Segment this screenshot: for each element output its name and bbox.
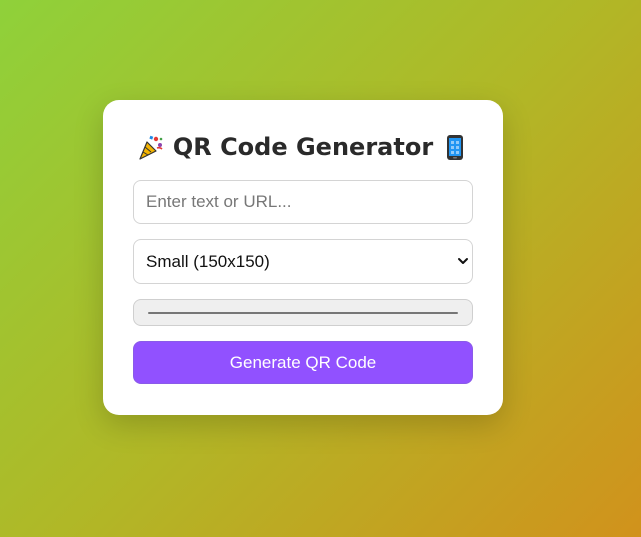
size-select[interactable]: Small (150x150) <box>133 239 473 284</box>
qr-generator-card: QR Code Generator Small (150x150) Genera… <box>103 100 503 415</box>
party-popper-icon <box>139 135 163 160</box>
page-title: QR Code Generator <box>103 130 503 164</box>
text-url-input[interactable] <box>133 180 473 224</box>
generate-qr-button[interactable]: Generate QR Code <box>133 341 473 384</box>
mobile-phone-icon <box>447 135 464 160</box>
color-swatch <box>148 312 458 314</box>
color-picker-input[interactable] <box>133 299 473 326</box>
page-title-text: QR Code Generator <box>172 133 434 161</box>
